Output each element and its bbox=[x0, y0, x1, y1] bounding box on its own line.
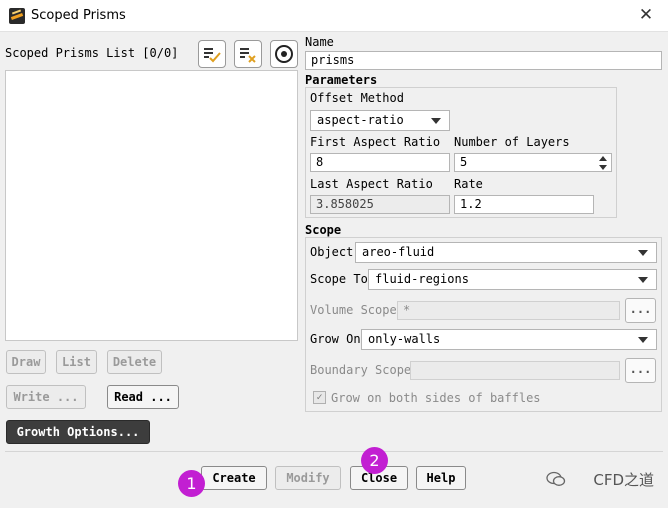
scope-to-select[interactable]: fluid-regions bbox=[368, 269, 657, 290]
scope-heading: Scope bbox=[305, 223, 342, 237]
scoped-prisms-list[interactable] bbox=[5, 70, 298, 341]
last-aspect-ratio-field: 3.858025 bbox=[310, 195, 450, 214]
last-aspect-ratio-label: Last Aspect Ratio bbox=[310, 177, 433, 191]
grow-on-value: only-walls bbox=[368, 332, 441, 346]
number-of-layers-stepper[interactable]: 5 bbox=[454, 153, 612, 172]
boundary-scope-input[interactable] bbox=[410, 361, 620, 380]
annotation-badge-2: 2 bbox=[361, 447, 388, 474]
wechat-icon bbox=[546, 471, 566, 486]
first-aspect-ratio-input[interactable]: 8 bbox=[310, 153, 450, 172]
grow-both-sides-baffles-label: Grow on both sides of baffles bbox=[331, 391, 541, 405]
watermark-text: CFD之道 bbox=[593, 471, 654, 489]
app-logo-icon bbox=[9, 8, 25, 24]
growth-options-button[interactable]: Growth Options... bbox=[6, 420, 150, 444]
name-input[interactable]: prisms bbox=[305, 51, 662, 70]
read-button[interactable]: Read ... bbox=[107, 385, 179, 409]
object-label: Object bbox=[310, 245, 354, 259]
boundary-scope-label: Boundary Scope bbox=[310, 363, 412, 377]
offset-method-label: Offset Method bbox=[310, 91, 404, 105]
chevron-down-icon bbox=[431, 118, 441, 124]
offset-method-value: aspect-ratio bbox=[317, 113, 404, 127]
volume-scope-label: Volume Scope bbox=[310, 303, 397, 317]
rate-input[interactable]: 1.2 bbox=[454, 195, 594, 214]
deselect-all-icon bbox=[240, 48, 256, 63]
grow-both-sides-baffles-checkbox[interactable]: ✓ bbox=[313, 391, 326, 404]
target-button[interactable] bbox=[270, 40, 298, 68]
number-of-layers-label: Number of Layers bbox=[454, 135, 570, 149]
scope-group bbox=[305, 237, 662, 412]
deselect-all-button[interactable] bbox=[234, 40, 262, 68]
title-bar: Scoped Prisms ✕ bbox=[0, 0, 668, 32]
write-button[interactable]: Write ... bbox=[6, 385, 86, 409]
grow-on-label: Grow On bbox=[310, 332, 361, 346]
help-button[interactable]: Help bbox=[416, 466, 466, 490]
annotation-badge-1: 1 bbox=[178, 470, 205, 497]
select-all-icon bbox=[204, 48, 221, 63]
stepper-down-icon[interactable] bbox=[599, 165, 607, 170]
list-button[interactable]: List bbox=[56, 350, 97, 374]
object-value: areo-fluid bbox=[362, 245, 435, 259]
draw-button[interactable]: Draw bbox=[6, 350, 46, 374]
modify-button[interactable]: Modify bbox=[275, 466, 341, 490]
name-label: Name bbox=[305, 35, 334, 49]
rate-label: Rate bbox=[454, 177, 483, 191]
scope-to-value: fluid-regions bbox=[375, 272, 469, 286]
select-all-button[interactable] bbox=[198, 40, 226, 68]
object-select[interactable]: areo-fluid bbox=[355, 242, 657, 263]
chevron-down-icon bbox=[638, 250, 648, 256]
scope-to-label: Scope To bbox=[310, 272, 368, 286]
delete-button[interactable]: Delete bbox=[107, 350, 162, 374]
window-title: Scoped Prisms bbox=[31, 8, 126, 23]
number-of-layers-value: 5 bbox=[460, 155, 468, 169]
list-label: Scoped Prisms List [0/0] bbox=[5, 46, 179, 60]
first-aspect-ratio-label: First Aspect Ratio bbox=[310, 135, 441, 149]
grow-on-select[interactable]: only-walls bbox=[361, 329, 657, 350]
target-icon bbox=[275, 45, 293, 63]
parameters-heading: Parameters bbox=[305, 73, 378, 87]
volume-scope-input[interactable]: * bbox=[397, 301, 620, 320]
chevron-down-icon bbox=[638, 337, 648, 343]
stepper-up-icon[interactable] bbox=[599, 156, 607, 161]
chevron-down-icon bbox=[638, 277, 648, 283]
footer-divider bbox=[5, 451, 663, 452]
volume-scope-browse-button[interactable]: ... bbox=[625, 298, 656, 323]
offset-method-select[interactable]: aspect-ratio bbox=[310, 110, 450, 131]
create-button[interactable]: Create bbox=[201, 466, 267, 490]
boundary-scope-browse-button[interactable]: ... bbox=[625, 358, 656, 383]
close-window-icon[interactable]: ✕ bbox=[632, 4, 660, 28]
